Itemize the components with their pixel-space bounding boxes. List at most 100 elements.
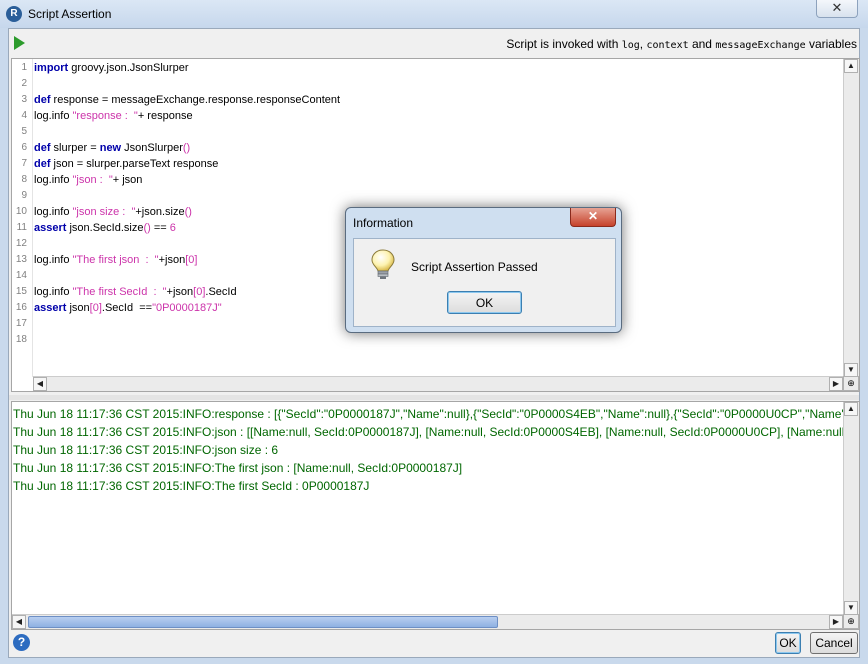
code-token: def xyxy=(34,142,51,154)
line-number: 13 xyxy=(15,254,27,265)
code-token: log.info xyxy=(34,174,73,186)
code-line: assert json.SecId.size() == 6 xyxy=(34,222,176,234)
line-number: 8 xyxy=(21,174,27,185)
scroll-right-arrow-icon[interactable]: ▶ xyxy=(829,377,843,391)
scroll-left-arrow-icon[interactable]: ◀ xyxy=(33,377,47,391)
invoke-hint: Script is invoked with log, context and … xyxy=(506,37,857,51)
code-token: +json.size xyxy=(135,206,185,218)
editor-zoom-icon[interactable]: ⊕ xyxy=(843,376,859,391)
information-dialog: Information ✕ Script Assertion Passed OK xyxy=(345,207,622,333)
code-line: log.info "response : "+ response xyxy=(34,110,193,122)
line-number: 5 xyxy=(21,126,27,137)
ok-button[interactable]: OK xyxy=(775,632,801,654)
log-line: Thu Jun 18 11:17:36 CST 2015:INFO:respon… xyxy=(13,407,860,421)
window-titlebar: R Script Assertion ✕ xyxy=(0,0,868,28)
line-number: 12 xyxy=(15,238,27,249)
log-scroll-down-arrow-icon[interactable]: ▼ xyxy=(844,601,858,615)
var-log: log xyxy=(621,40,640,51)
log-output[interactable]: Thu Jun 18 11:17:36 CST 2015:INFO:respon… xyxy=(11,401,860,630)
editor-vertical-scrollbar[interactable]: ▲ ▼ xyxy=(843,59,859,377)
code-token: JsonSlurper xyxy=(121,142,183,154)
log-line: Thu Jun 18 11:17:36 CST 2015:INFO:The fi… xyxy=(13,479,370,493)
dialog-close-button[interactable]: ✕ xyxy=(570,208,616,227)
log-scroll-left-arrow-icon[interactable]: ◀ xyxy=(12,615,26,629)
line-number: 7 xyxy=(21,158,27,169)
invoke-suffix: variables xyxy=(805,37,857,51)
code-token: "The first json : " xyxy=(72,254,159,266)
dialog-title: Information xyxy=(353,216,414,230)
lightbulb-icon xyxy=(371,249,395,279)
code-token: [0] xyxy=(193,286,206,298)
code-line: log.info "json : "+ json xyxy=(34,174,142,186)
line-number: 14 xyxy=(15,270,27,281)
code-token: def xyxy=(34,158,51,170)
code-line: log.info "The first SecId : "+json[0].Se… xyxy=(34,286,237,298)
line-number: 15 xyxy=(15,286,27,297)
line-number: 3 xyxy=(21,94,27,105)
code-line: log.info "json size : "+json.size() xyxy=(34,206,192,218)
code-token: json = slurper.parseText response xyxy=(50,158,219,170)
line-number: 18 xyxy=(15,334,27,345)
code-token: [0] xyxy=(185,254,198,266)
code-token: "json : " xyxy=(72,174,113,186)
code-token: + json xyxy=(112,174,143,186)
code-token: "0P0000187J" xyxy=(152,302,222,314)
code-token: .SecId == xyxy=(101,302,153,314)
code-token: .SecId xyxy=(205,286,237,298)
run-play-icon[interactable] xyxy=(14,36,25,50)
log-line: Thu Jun 18 11:17:36 CST 2015:INFO:The fi… xyxy=(13,461,463,475)
log-scroll-thumb[interactable] xyxy=(28,616,498,628)
code-token: == xyxy=(150,222,170,234)
scroll-down-arrow-icon[interactable]: ▼ xyxy=(844,363,858,377)
code-line: def response = messageExchange.response.… xyxy=(34,94,340,106)
dialog-message: Script Assertion Passed xyxy=(411,260,538,274)
log-horizontal-scrollbar[interactable]: ◀ ▶ xyxy=(12,614,843,629)
code-token: slurper = xyxy=(50,142,100,154)
pane-splitter[interactable] xyxy=(9,395,859,400)
code-token: json.SecId.size xyxy=(66,222,144,234)
code-token: new xyxy=(99,142,122,154)
code-token: () xyxy=(143,222,151,234)
invoke-prefix: Script is invoked with xyxy=(506,37,622,51)
log-line: Thu Jun 18 11:17:36 CST 2015:INFO:json :… xyxy=(13,425,860,439)
code-token: log.info xyxy=(34,206,73,218)
script-assertion-panel: Script is invoked with log, context and … xyxy=(8,28,860,658)
editor-horizontal-scrollbar[interactable]: ◀ ▶ xyxy=(33,376,843,391)
var-message-exchange: messageExchange xyxy=(715,40,806,51)
code-line: assert json[0].SecId =="0P0000187J" xyxy=(34,302,222,314)
code-line: log.info "The first json : "+json[0] xyxy=(34,254,197,266)
toolbar: Script is invoked with log, context and … xyxy=(9,29,859,56)
code-token: log.info xyxy=(34,110,73,122)
scroll-up-arrow-icon[interactable]: ▲ xyxy=(844,59,858,73)
code-line: import groovy.json.JsonSlurper xyxy=(34,62,188,74)
code-token: () xyxy=(182,142,191,154)
window-title: Script Assertion xyxy=(28,7,112,21)
line-number: 2 xyxy=(21,78,27,89)
code-line: def slurper = new JsonSlurper() xyxy=(34,142,190,154)
dialog-body: Script Assertion Passed OK xyxy=(353,238,616,327)
code-token: response = messageExchange.response.resp… xyxy=(50,94,341,106)
line-number: 10 xyxy=(15,206,27,217)
code-token: def xyxy=(34,94,51,106)
code-token: assert xyxy=(34,302,67,314)
window-close-button[interactable]: ✕ xyxy=(816,0,858,18)
var-context: context xyxy=(646,40,689,51)
code-token: + response xyxy=(137,110,193,122)
code-token: "json size : " xyxy=(72,206,136,218)
line-number: 16 xyxy=(15,302,27,313)
code-token: json xyxy=(66,302,90,314)
code-token: log.info xyxy=(34,286,73,298)
log-zoom-icon[interactable]: ⊕ xyxy=(843,614,859,629)
log-scroll-right-arrow-icon[interactable]: ▶ xyxy=(829,615,843,629)
code-token: groovy.json.JsonSlurper xyxy=(68,62,189,74)
line-number-gutter: 1 2 3 4 5 6 7 8 9 10 11 12 13 14 15 16 17 18 xyxy=(12,59,33,377)
invoke-sep2: and xyxy=(688,37,716,51)
code-token: () xyxy=(184,206,192,218)
help-icon[interactable]: ? xyxy=(13,634,30,651)
line-number: 6 xyxy=(21,142,27,153)
cancel-button[interactable]: Cancel xyxy=(810,632,858,654)
log-line: Thu Jun 18 11:17:36 CST 2015:INFO:json s… xyxy=(13,443,279,457)
log-scroll-up-arrow-icon[interactable]: ▲ xyxy=(844,402,858,416)
log-vertical-scrollbar[interactable]: ▲ ▼ xyxy=(843,402,859,615)
dialog-ok-button[interactable]: OK xyxy=(447,291,522,314)
